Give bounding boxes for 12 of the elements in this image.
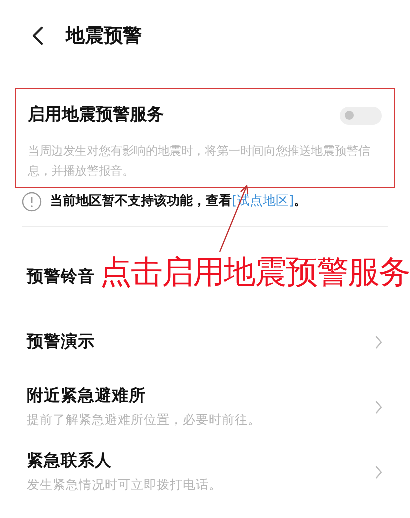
warning-icon <box>22 192 42 212</box>
row-title[interactable]: 附近紧急避难所 <box>27 384 261 409</box>
row-subtitle: 发生紧急情况时可立即拨打电话。 <box>27 476 222 494</box>
row-title[interactable]: 预警铃音 <box>27 264 95 290</box>
annotation-text: 点击启用地震预警服务 <box>100 252 410 292</box>
row-title[interactable]: 预警演示 <box>27 330 95 354</box>
setting-description: 当周边发生对您有影响的地震时，将第一时间向您推送地震预警信息，并播放警报音。 <box>28 142 372 180</box>
toggle-switch[interactable] <box>340 106 382 125</box>
page-title: 地震预警 <box>66 24 142 49</box>
row-subtitle: 提前了解紧急避难所位置，必要时前往。 <box>27 411 261 429</box>
row-title[interactable]: 紧急联系人 <box>27 449 222 474</box>
setting-title: 启用地震预警服务 <box>28 104 164 127</box>
